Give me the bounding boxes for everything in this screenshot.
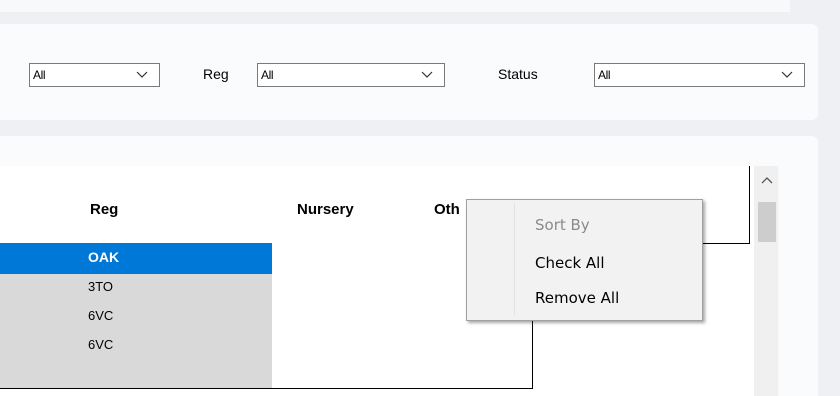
column-header-reg[interactable]: Reg xyxy=(85,166,273,244)
chevron-down-icon xyxy=(136,71,148,78)
first-filter-value: All xyxy=(33,68,46,82)
column-header-reg-label: Reg xyxy=(90,201,119,218)
vertical-scrollbar[interactable] xyxy=(754,166,778,396)
chevron-down-icon xyxy=(781,71,793,78)
scroll-thumb[interactable] xyxy=(758,202,776,242)
menu-item-check-all[interactable]: Check All xyxy=(535,254,605,272)
context-menu: Sort By Check All Remove All xyxy=(466,199,703,321)
status-filter-label: Status xyxy=(498,66,538,82)
table-row-nursery-cell[interactable] xyxy=(272,303,403,333)
table-row-reg-cell[interactable]: OAK xyxy=(85,243,273,275)
reg-cell-value: 6VC xyxy=(88,308,114,323)
column-header-nursery-label: Nursery xyxy=(297,201,354,218)
table-row-nursery-cell[interactable] xyxy=(272,332,403,389)
table-row-reg-cell[interactable]: 6VC xyxy=(85,303,273,333)
reg-filter-value: All xyxy=(261,68,274,82)
reg-filter-label: Reg xyxy=(203,66,229,82)
menu-item-remove-all[interactable]: Remove All xyxy=(535,289,619,307)
menu-item-sort-by[interactable]: Sort By xyxy=(535,216,590,234)
reg-cell-value: 3TO xyxy=(88,279,114,294)
reg-cell-value: 6VC xyxy=(88,337,114,352)
row-header[interactable] xyxy=(0,332,86,389)
row-header[interactable] xyxy=(0,303,86,333)
row-header[interactable] xyxy=(0,243,86,275)
row-header[interactable] xyxy=(0,274,86,304)
status-filter-value: All xyxy=(598,68,611,82)
table-row-nursery-cell[interactable] xyxy=(272,274,403,304)
reg-filter-combo[interactable]: All xyxy=(257,63,445,87)
scroll-up-arrow-icon[interactable] xyxy=(761,176,773,184)
table-row-reg-cell[interactable]: 6VC xyxy=(85,332,273,389)
status-filter-combo[interactable]: All xyxy=(594,63,805,87)
reg-cell-value: OAK xyxy=(88,249,120,265)
menu-icon-gutter-divider xyxy=(514,203,515,315)
column-header-other-label: Oth xyxy=(434,201,460,218)
chevron-down-icon xyxy=(421,71,433,78)
table-row-other-cell[interactable] xyxy=(402,332,533,389)
top-panel-edge xyxy=(0,0,790,12)
column-header-nursery[interactable]: Nursery xyxy=(272,166,403,244)
row-header-column xyxy=(0,166,86,244)
table-row-reg-cell[interactable]: 3TO xyxy=(85,274,273,304)
table-row-nursery-cell[interactable] xyxy=(272,243,403,275)
first-filter-combo[interactable]: All xyxy=(29,63,160,87)
